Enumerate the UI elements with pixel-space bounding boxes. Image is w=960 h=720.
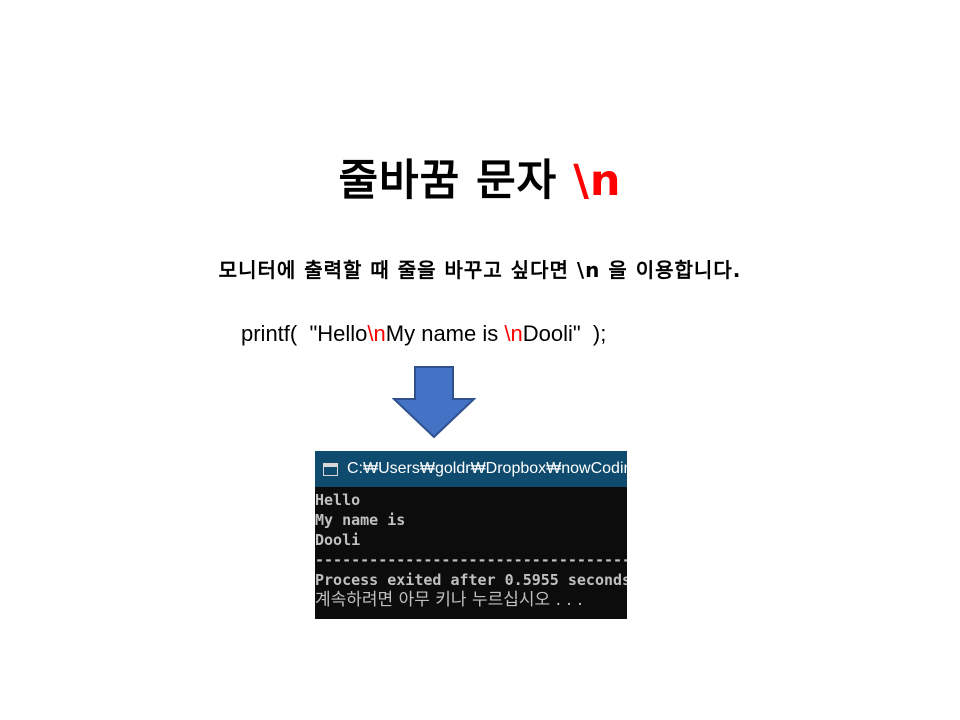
console-window-icon: [323, 462, 338, 476]
console-line: Process exited after 0.5955 seconds: [315, 571, 627, 589]
console-line: Dooli: [315, 531, 361, 549]
code-middle: My name is: [385, 321, 505, 346]
slide-title: 줄바꿈 문자 \n: [0, 146, 960, 208]
code-prefix: printf( "Hello: [241, 321, 368, 346]
down-arrow-icon: [392, 366, 476, 438]
code-escape-2: \n: [504, 321, 523, 346]
console-titlebar[interactable]: C:₩Users₩goldr₩Dropbox₩nowCoding: [315, 451, 627, 487]
console-line: 계속하려면 아무 키나 누르십시오 . . .: [315, 590, 583, 610]
console-window: C:₩Users₩goldr₩Dropbox₩nowCoding Hello M…: [315, 451, 627, 619]
console-title: C:₩Users₩goldr₩Dropbox₩nowCoding: [347, 460, 627, 477]
console-output: Hello My name is Dooli -----------------…: [315, 487, 627, 610]
console-line: Hello: [315, 491, 361, 509]
code-escape-1: \n: [367, 321, 386, 346]
console-line: My name is: [315, 511, 406, 529]
code-suffix: Dooli" );: [522, 321, 607, 346]
code-example: printf( "Hello\nMy name is \nDooli" );: [241, 321, 606, 347]
title-escape: \n: [573, 156, 622, 206]
title-text: 줄바꿈 문자: [338, 156, 574, 206]
slide-subtitle: 모니터에 출력할 때 줄을 바꾸고 싶다면 \n 을 이용합니다.: [218, 258, 742, 282]
console-separator: ----------------------------------------…: [315, 551, 627, 569]
